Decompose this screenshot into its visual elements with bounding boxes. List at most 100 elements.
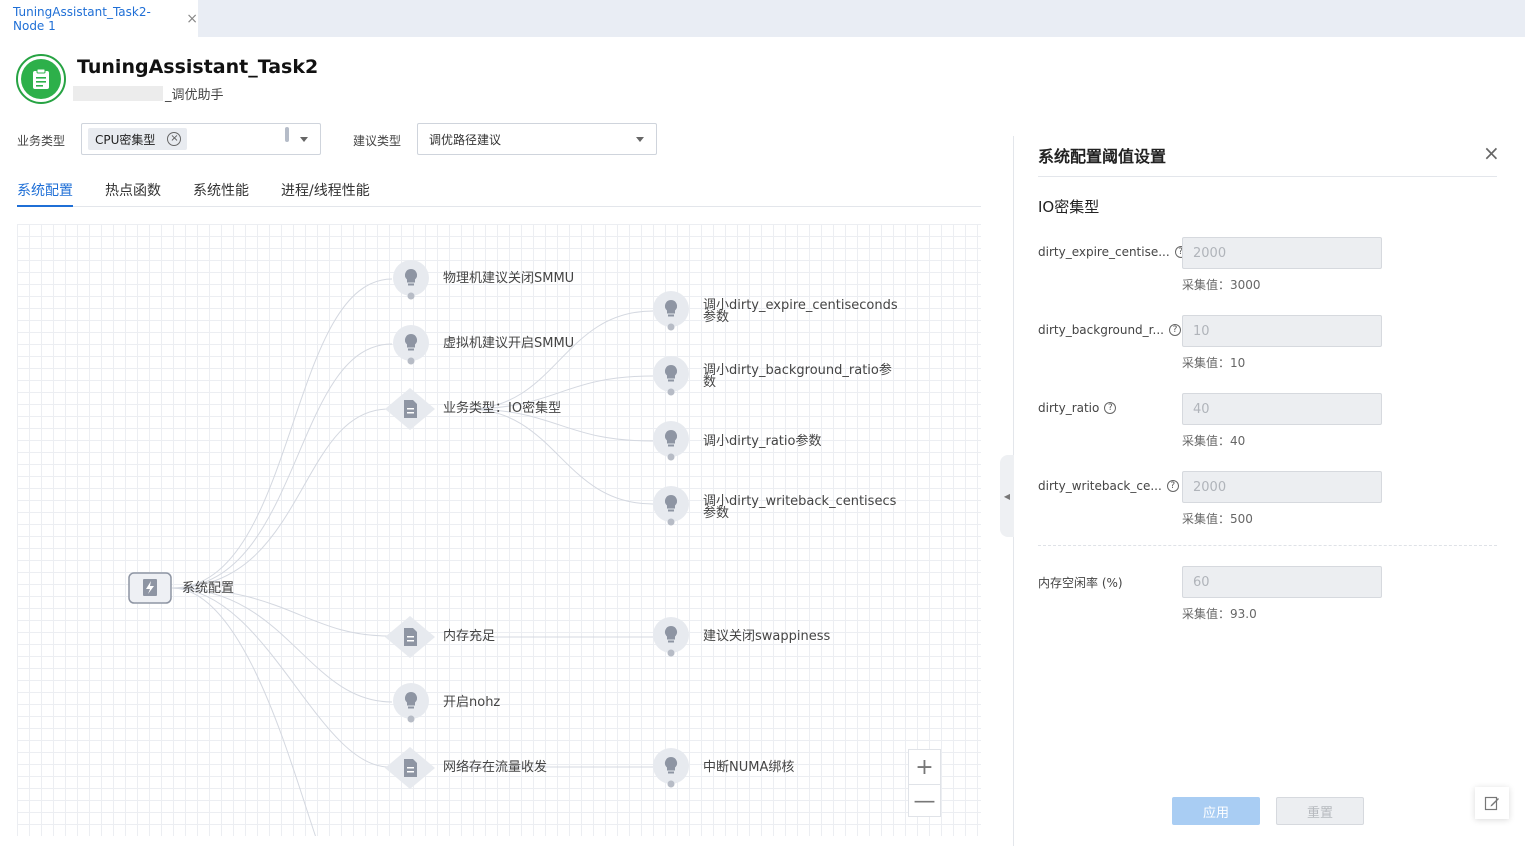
graph-label-dirty-expire: 调小dirty_expire_centiseconds: [703, 298, 898, 313]
graph-node-smmu-virtual[interactable]: [392, 325, 430, 365]
apply-button[interactable]: 应用: [1172, 797, 1260, 825]
suggest-type-select[interactable]: 调优路径建议: [417, 123, 657, 155]
graph-root-node[interactable]: [128, 572, 172, 604]
tab-hot-functions[interactable]: 热点函数: [105, 180, 161, 207]
suggest-type-label: 建议类型: [353, 134, 402, 148]
graph-label-dirty-ratio: 调小dirty_ratio参数: [703, 434, 822, 449]
feedback-button[interactable]: [1475, 787, 1509, 819]
chevron-down-icon[interactable]: [636, 137, 644, 142]
graph-label-memory: 内存充足: [443, 629, 496, 644]
business-type-chip: CPU密集型 ×: [88, 128, 188, 150]
page-title: TuningAssistant_Task2: [77, 56, 319, 78]
field-label-memory-free: 内存空闲率 (%): [1038, 576, 1123, 590]
graph-node-dirty-ratio[interactable]: [652, 421, 690, 461]
close-icon[interactable]: ×: [1483, 141, 1500, 165]
lightbulb-icon: [393, 683, 429, 723]
field-label-dirty-expire: dirty_expire_centise... ?: [1038, 245, 1187, 259]
graph-node-memory[interactable]: [384, 615, 436, 659]
tab-system-config[interactable]: 系统配置: [17, 180, 73, 207]
subtitle-text: _调优助手: [165, 88, 224, 103]
category-tabs: 系统配置 热点函数 系统性能 进程/线程性能: [17, 180, 981, 207]
panel-title: 系统配置阈值设置: [1038, 147, 1167, 166]
graph-node-io[interactable]: [384, 387, 436, 431]
masked-text: [73, 86, 163, 101]
graph-label-dirty-writeback-2: 参数: [703, 506, 730, 521]
tab-label: TuningAssistant_Task2-Node 1: [13, 4, 151, 33]
graph-label-dirty-background-2: 数: [703, 375, 717, 390]
edit-icon: [1484, 796, 1499, 811]
business-type-select[interactable]: CPU密集型 ×: [81, 123, 321, 155]
field-label-text: dirty_expire_centise...: [1038, 245, 1170, 259]
dirty-ratio-input[interactable]: [1182, 393, 1382, 425]
graph-node-smmu-physical[interactable]: [392, 260, 430, 300]
dirty-expire-input[interactable]: [1182, 237, 1382, 269]
field-label-text: dirty_ratio: [1038, 401, 1100, 415]
document-icon: [385, 388, 435, 430]
dirty-background-input[interactable]: [1182, 315, 1382, 347]
help-icon[interactable]: ?: [1104, 402, 1117, 414]
business-type-label: 业务类型: [17, 134, 66, 148]
chip-label: CPU密集型: [95, 132, 156, 147]
field-label-text: dirty_writeback_ce...: [1038, 479, 1162, 493]
tab-system-performance[interactable]: 系统性能: [193, 180, 249, 207]
memory-free-input[interactable]: [1182, 566, 1382, 598]
chevron-down-icon[interactable]: [300, 137, 308, 142]
zoom-in-button[interactable]: +: [909, 750, 940, 784]
lightbulb-icon: [653, 291, 689, 331]
zoom-out-button[interactable]: —: [909, 784, 940, 818]
graph-label-network: 网络存在流量收发: [443, 760, 548, 775]
chip-remove-icon[interactable]: ×: [167, 132, 182, 146]
lightbulb-icon: [393, 325, 429, 365]
field-label-dirty-writeback: dirty_writeback_ce... ?: [1038, 479, 1179, 493]
graph-label-dirty-expire-2: 参数: [703, 310, 730, 325]
page-subtitle: _调优助手: [73, 84, 224, 103]
graph-node-dirty-background[interactable]: [652, 356, 690, 396]
field-label-dirty-ratio: dirty_ratio ?: [1038, 401, 1117, 415]
field-hint-dirty-background: 采集值：10: [1182, 356, 1246, 370]
graph-node-dirty-expire[interactable]: [652, 291, 690, 331]
reset-button[interactable]: 重置: [1276, 797, 1364, 825]
field-label-text: dirty_background_r...: [1038, 323, 1164, 337]
graph-node-numa[interactable]: [652, 748, 690, 788]
field-hint-dirty-writeback: 采集值：500: [1182, 512, 1253, 526]
section-title: IO密集型: [1038, 198, 1100, 216]
graph-label-swappiness: 建议关闭swappiness: [703, 629, 831, 644]
field-label-dirty-background: dirty_background_r... ?: [1038, 323, 1181, 337]
lightbulb-icon: [653, 421, 689, 461]
help-icon[interactable]: ?: [1166, 480, 1179, 492]
lightbulb-icon: [393, 260, 429, 300]
dirty-writeback-input[interactable]: [1182, 471, 1382, 503]
field-hint-dirty-ratio: 采集值：40: [1182, 434, 1246, 448]
graph-node-dirty-writeback[interactable]: [652, 486, 690, 526]
tab-strip: TuningAssistant_Task2-Node 1 ×: [0, 0, 1525, 37]
tuning-graph[interactable]: 系统配置 物理机建议关闭SMMU 虚拟机建议开启SMMU 业务类型：IO密集型: [17, 224, 981, 836]
graph-label-numa: 中断NUMA绑核: [703, 760, 795, 775]
zoom-control: + —: [908, 749, 941, 817]
graph-label-smmu-virtual: 虚拟机建议开启SMMU: [443, 336, 575, 351]
document-icon: [385, 747, 435, 789]
text-cursor: [285, 127, 289, 142]
suggest-type-value: 调优路径建议: [429, 132, 502, 147]
tab-process-thread-performance[interactable]: 进程/线程性能: [281, 180, 370, 207]
lightbulb-icon: [653, 748, 689, 788]
close-icon[interactable]: ×: [186, 11, 198, 27]
help-icon[interactable]: ?: [1168, 324, 1181, 336]
panel-separator: [1038, 176, 1497, 177]
lightbulb-icon: [653, 356, 689, 396]
graph-node-nohz[interactable]: [392, 683, 430, 723]
app-logo: [16, 54, 66, 104]
graph-label-io: 业务类型：IO密集型: [443, 401, 562, 416]
clipboard-icon: [33, 68, 49, 89]
graph-edges: [171, 278, 654, 836]
field-hint-dirty-expire: 采集值：3000: [1182, 278, 1261, 292]
graph-label-dirty-writeback: 调小dirty_writeback_centisecs: [703, 494, 897, 509]
graph-node-swappiness[interactable]: [652, 617, 690, 657]
chevron-left-icon: ◀: [1003, 491, 1011, 501]
lightning-icon: [128, 572, 172, 604]
graph-label-nohz: 开启nohz: [443, 695, 501, 710]
tab-node[interactable]: TuningAssistant_Task2-Node 1 ×: [0, 0, 198, 37]
graph-label-smmu-physical: 物理机建议关闭SMMU: [443, 271, 575, 286]
field-hint-memory-free: 采集值：93.0: [1182, 607, 1257, 621]
graph-node-network[interactable]: [384, 746, 436, 790]
panel-collapse-handle[interactable]: ◀: [1000, 455, 1014, 537]
